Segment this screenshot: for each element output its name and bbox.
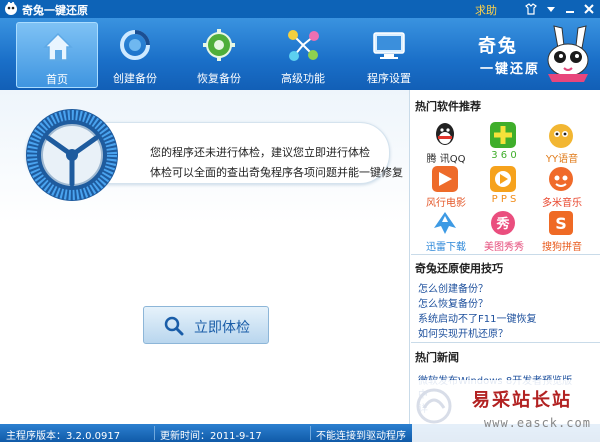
help-link[interactable]: 求助 — [475, 2, 497, 18]
hot-software-title: 热门软件推荐 — [415, 100, 481, 113]
nav-create-backup[interactable]: 创建备份 — [94, 22, 176, 88]
tips-title: 奇兔还原使用技巧 — [415, 262, 503, 275]
software-label: 风行电影 — [426, 198, 466, 209]
title-bar: 奇兔一键还原 求助 — [0, 0, 600, 18]
window-title: 奇兔一键还原 — [22, 4, 88, 17]
nav-settings[interactable]: 程序设置 — [348, 22, 430, 88]
nav-home[interactable]: 首页 — [16, 22, 98, 88]
tip-link[interactable]: 系统启动不了F11一键恢复 — [418, 310, 536, 325]
svg-text:S: S — [555, 214, 567, 233]
menu-icon[interactable] — [544, 2, 558, 16]
software-item-funshion[interactable]: 风行电影 — [421, 164, 471, 209]
start-check-label: 立即体检 — [194, 320, 250, 336]
watermark: 易采站长站 www.easck.com — [412, 380, 600, 442]
status-divider — [310, 426, 311, 440]
nav-header: 首页 创建备份 恢复备份 高级功能 程序设置 奇兔 一键还原 — [0, 18, 600, 90]
check-message-primary: 您的程序还未进行体检，建议您立即进行体检 — [150, 146, 370, 159]
nav-create-backup-label: 创建备份 — [113, 72, 157, 85]
magnifier-icon — [164, 316, 184, 336]
news-title: 热门新闻 — [415, 351, 459, 364]
advanced-icon — [288, 30, 319, 61]
check-message-secondary: 体检可以全面的查出奇兔程序各项问题并能一键修复 — [150, 166, 403, 179]
main-panel: 您的程序还未进行体检，建议您立即进行体检 体检可以全面的查出奇兔程序各项问题并能… — [0, 90, 410, 424]
watermark-logo-icon — [416, 388, 452, 424]
software-label: 美图秀秀 — [484, 242, 524, 253]
start-check-button[interactable]: 立即体检 — [143, 306, 269, 344]
svg-text:秀: 秀 — [495, 216, 510, 232]
app-logo-icon — [5, 2, 17, 15]
funshion-icon — [432, 166, 458, 192]
divider — [411, 254, 600, 255]
watermark-text: 易采站长站 — [472, 390, 572, 411]
software-item-duomi[interactable]: 多米音乐 — [537, 164, 587, 209]
yy-icon — [549, 124, 573, 148]
nav-settings-label: 程序设置 — [367, 72, 411, 85]
360-icon — [490, 122, 516, 148]
software-item-meitu[interactable]: 秀 美图秀秀 — [479, 208, 529, 253]
software-item-pps[interactable]: P P S — [479, 164, 529, 206]
meitu-icon: 秀 — [491, 211, 515, 235]
restore-icon — [203, 29, 235, 61]
pps-icon — [490, 166, 516, 192]
software-label: 多米音乐 — [542, 198, 582, 209]
skin-icon[interactable] — [524, 2, 538, 16]
home-icon — [43, 32, 73, 61]
software-label: 迅雷下载 — [426, 242, 466, 253]
nav-home-label: 首页 — [46, 73, 68, 86]
tip-link[interactable]: 怎么创建备份？ — [418, 280, 488, 295]
status-divider — [154, 426, 155, 440]
backup-icon — [120, 30, 150, 60]
divider — [411, 342, 600, 343]
duomi-icon — [549, 167, 573, 191]
close-icon[interactable] — [582, 2, 596, 16]
health-gauge-icon — [26, 109, 118, 201]
settings-icon — [373, 32, 405, 59]
nav-restore-backup[interactable]: 恢复备份 — [178, 22, 260, 88]
software-item-sogou[interactable]: S 搜狗拼音 — [537, 208, 587, 253]
software-item-yy[interactable]: YY语音 — [537, 120, 587, 165]
driver-status: 不能连接到驱动程序 — [316, 431, 406, 442]
qq-icon — [436, 123, 454, 145]
nav-advanced[interactable]: 高级功能 — [262, 22, 344, 88]
brand-slogan: 一键还原 — [480, 62, 541, 77]
sogou-icon: S — [549, 211, 573, 235]
tip-link[interactable]: 如何实现开机还原？ — [418, 325, 508, 340]
nav-restore-backup-label: 恢复备份 — [197, 72, 241, 85]
software-label: YY语音 — [545, 154, 579, 165]
watermark-url: www.easck.com — [484, 416, 591, 430]
software-label: P P S — [491, 194, 517, 205]
software-label: 腾 讯QQ — [426, 154, 466, 165]
xunlei-icon — [434, 212, 456, 234]
software-item-360[interactable]: 3 6 0 — [479, 120, 529, 162]
rabbit-mascot-icon — [547, 25, 589, 82]
brand-name: 奇兔 — [478, 36, 518, 57]
software-label: 3 6 0 — [491, 150, 517, 161]
software-item-xunlei[interactable]: 迅雷下载 — [421, 208, 471, 253]
tip-link[interactable]: 怎么恢复备份？ — [418, 295, 488, 310]
minimize-icon[interactable] — [563, 2, 577, 16]
right-sidebar: 热门软件推荐 腾 讯QQ 3 6 0 YY语音 风行电影 P P S 多米音乐 … — [411, 90, 600, 424]
version-status: 主程序版本：3.2.0.0917 — [6, 431, 121, 442]
software-item-qq[interactable]: 腾 讯QQ — [421, 120, 471, 165]
update-time-status: 更新时间：2011-9-17 — [160, 431, 262, 442]
nav-advanced-label: 高级功能 — [281, 72, 325, 85]
software-label: 搜狗拼音 — [542, 242, 582, 253]
